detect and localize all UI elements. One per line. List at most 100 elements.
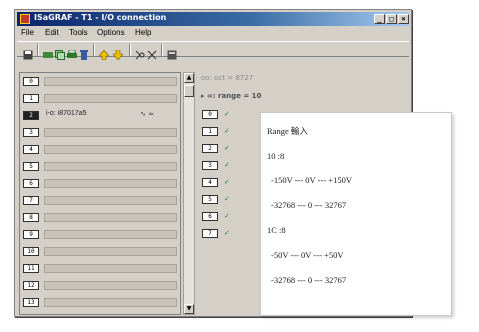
channel-row[interactable]: 6 — [20, 177, 182, 190]
note-section-1: 10 :8 — [267, 151, 285, 161]
param-row[interactable]: 2 ✓ — [202, 142, 242, 155]
tree-item-oct[interactable]: oo: oct = 8727 — [201, 74, 253, 82]
channel-slot[interactable] — [44, 196, 177, 205]
menu-options[interactable]: Options — [97, 28, 125, 37]
channel-slot[interactable] — [44, 179, 177, 188]
param-number[interactable]: 3 — [202, 161, 218, 170]
channel-number[interactable]: 4 — [23, 145, 39, 154]
channel-number[interactable]: 2 — [23, 111, 39, 120]
vertical-scrollbar[interactable]: ▲ ▼ — [183, 72, 195, 315]
maximize-button[interactable]: □ — [386, 14, 397, 24]
channel-list: 0 1 2 i-o: i87017a5 ∿ ≈3 4 5 6 7 8 9 10 11 12 13 — [19, 72, 181, 315]
menu-edit[interactable]: Edit — [45, 28, 59, 37]
scroll-thumb[interactable] — [184, 85, 194, 97]
param-number[interactable]: 7 — [202, 229, 218, 238]
channel-slot[interactable] — [44, 162, 177, 171]
channel-slot[interactable] — [44, 145, 177, 154]
channel-row[interactable]: 1 — [20, 92, 182, 105]
channel-number[interactable]: 12 — [23, 281, 39, 290]
print-icon[interactable] — [67, 45, 77, 58]
check-icon: ✓ — [224, 195, 230, 203]
channel-row[interactable]: 9 — [20, 228, 182, 241]
down-icon[interactable] — [112, 45, 124, 61]
channel-number[interactable]: 9 — [23, 230, 39, 239]
channel-slot[interactable] — [44, 281, 177, 290]
channel-number[interactable]: 1 — [23, 94, 39, 103]
channel-slot[interactable] — [44, 247, 177, 256]
param-number[interactable]: 4 — [202, 178, 218, 187]
copy-icon[interactable] — [55, 45, 65, 60]
channel-row[interactable]: 12 — [20, 279, 182, 292]
channel-row[interactable]: 11 — [20, 262, 182, 275]
channel-slot[interactable] — [44, 230, 177, 239]
param-number[interactable]: 6 — [202, 212, 218, 221]
delete-icon[interactable] — [79, 45, 89, 60]
channel-number[interactable]: 7 — [23, 196, 39, 205]
param-row[interactable]: 0 ✓ — [202, 108, 242, 121]
param-number[interactable]: 0 — [202, 110, 218, 119]
channel-slot[interactable] — [44, 77, 177, 86]
connect-icon[interactable] — [43, 45, 53, 58]
channel-number[interactable]: 3 — [23, 128, 39, 137]
calc-icon[interactable] — [167, 45, 177, 60]
scroll-up-button[interactable]: ▲ — [184, 73, 194, 83]
check-icon: ✓ — [224, 229, 230, 237]
param-row[interactable]: 7 ✓ — [202, 227, 242, 240]
window-title: ISaGRAF - T1 - I/O connection — [34, 13, 167, 22]
channel-number[interactable]: 6 — [23, 179, 39, 188]
menu-tools[interactable]: Tools — [69, 28, 88, 37]
channel-number[interactable]: 11 — [23, 264, 39, 273]
channel-slot[interactable] — [44, 213, 177, 222]
check-icon: ✓ — [224, 110, 230, 118]
channel-number[interactable]: 13 — [23, 298, 39, 307]
title-bar[interactable]: ISaGRAF - T1 - I/O connection _ □ × — [17, 12, 409, 26]
channel-slot[interactable] — [44, 298, 177, 307]
up-icon[interactable] — [98, 45, 110, 61]
app-icon — [20, 14, 30, 24]
minimize-button[interactable]: _ — [374, 14, 385, 24]
channel-slot[interactable] — [44, 264, 177, 273]
note-title: Range 輸入 — [267, 126, 308, 136]
save-icon[interactable] — [23, 45, 33, 60]
scissors-icon[interactable] — [147, 45, 157, 60]
param-row[interactable]: 3 ✓ — [202, 159, 242, 172]
param-number[interactable]: 2 — [202, 144, 218, 153]
screen: ISaGRAF - T1 - I/O connection _ □ × File… — [0, 0, 479, 332]
channel-number[interactable]: 8 — [23, 213, 39, 222]
param-number[interactable]: 1 — [202, 127, 218, 136]
param-number[interactable]: 5 — [202, 195, 218, 204]
channel-number[interactable]: 5 — [23, 162, 39, 171]
param-row[interactable]: 4 ✓ — [202, 176, 242, 189]
channel-row[interactable]: 7 — [20, 194, 182, 207]
channel-row[interactable]: 8 — [20, 211, 182, 224]
check-icon: ✓ — [224, 127, 230, 135]
tree-item-range[interactable]: ▸ ∞: range = 10 — [201, 92, 261, 100]
channel-row[interactable]: 2 i-o: i87017a5 ∿ ≈ — [20, 109, 182, 122]
channel-row[interactable]: 0 — [20, 75, 182, 88]
close-button[interactable]: × — [398, 14, 409, 24]
cut-icon[interactable] — [135, 45, 145, 60]
note-range-voltage: -150V --- 0V --- +150V — [271, 175, 352, 185]
param-row[interactable]: 1 ✓ — [202, 125, 242, 138]
toolbar — [17, 41, 409, 61]
menu-file[interactable]: File — [21, 28, 34, 37]
channel-number[interactable]: 0 — [23, 77, 39, 86]
channel-slot[interactable] — [44, 128, 177, 137]
channel-row[interactable]: 3 — [20, 126, 182, 139]
channel-row[interactable]: 10 — [20, 245, 182, 258]
signal-icon: ∿ ≈ — [140, 110, 154, 118]
channel-slot[interactable] — [44, 94, 177, 103]
param-row[interactable]: 6 ✓ — [202, 210, 242, 223]
menu-help[interactable]: Help — [135, 28, 151, 37]
check-icon: ✓ — [224, 178, 230, 186]
param-row[interactable]: 5 ✓ — [202, 193, 242, 206]
channel-number[interactable]: 10 — [23, 247, 39, 256]
toolbar-separator — [37, 44, 39, 56]
channel-row[interactable]: 4 — [20, 143, 182, 156]
scroll-down-button[interactable]: ▼ — [184, 304, 194, 314]
channel-board-name: i-o: i87017a5 — [46, 110, 87, 117]
channel-row[interactable]: 5 — [20, 160, 182, 173]
check-icon: ✓ — [224, 212, 230, 220]
note-section-2: 1C :8 — [267, 225, 286, 235]
channel-row[interactable]: 13 — [20, 296, 182, 309]
